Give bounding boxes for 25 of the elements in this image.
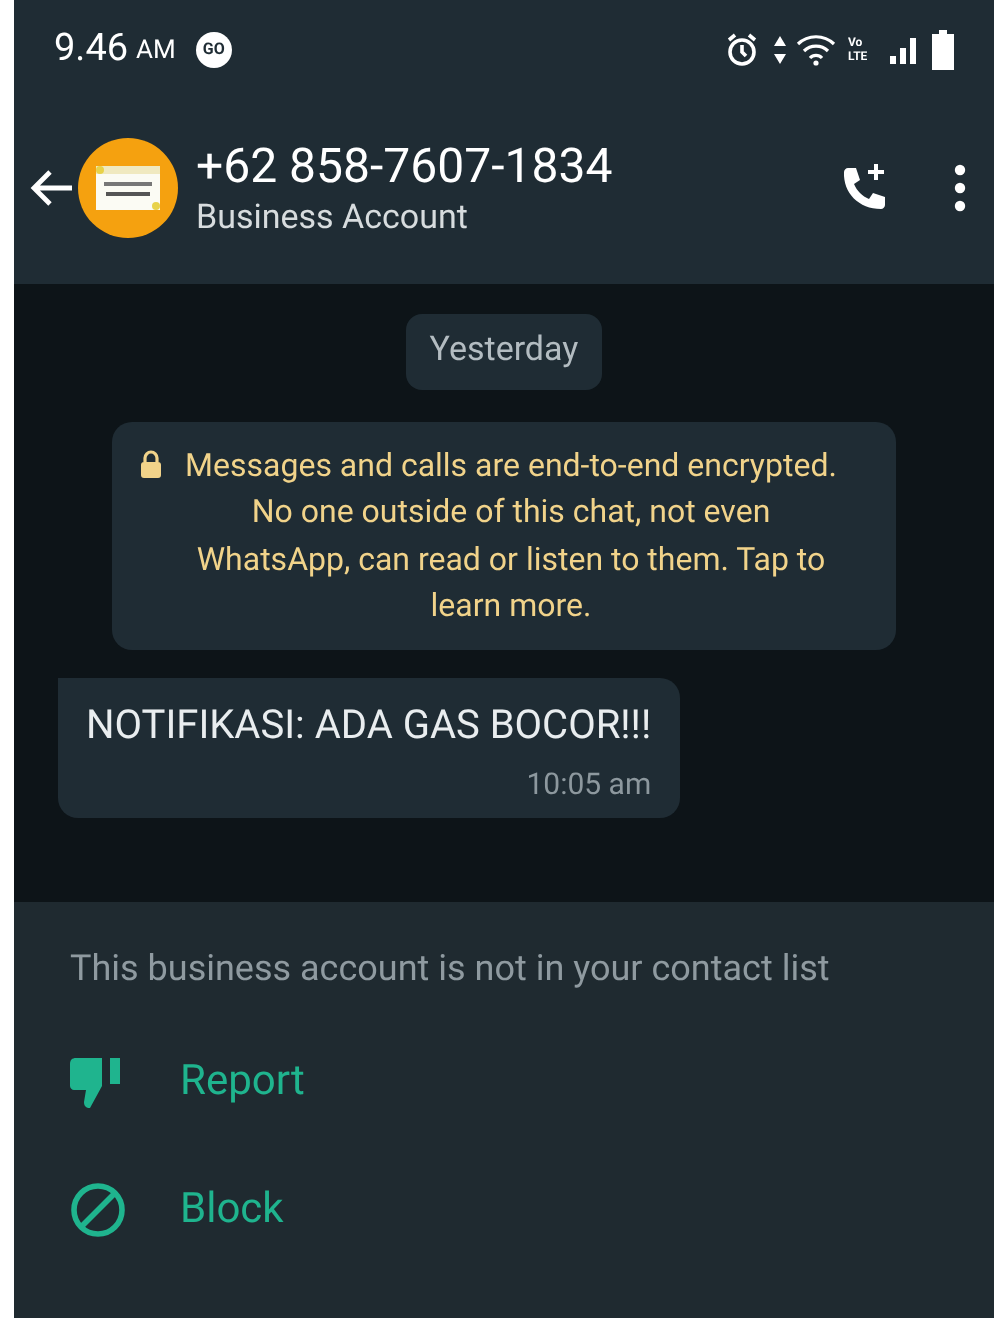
signal-icon [888,35,920,63]
thumbs-down-icon [70,1057,126,1110]
status-time: 9.46 [54,22,129,75]
block-icon [70,1182,126,1239]
app-badge: GO [195,31,232,67]
message-text: NOTIFIKASI: ADA GAS BOCOR!!! [86,697,652,751]
encryption-text: Messages and calls are end-to-end encrypted. No one outside of this chat, not even WhatsApp, can read or listen to them. Tap to learn more. [183,443,839,628]
contact-title[interactable]: +62 858-7607-1834 [196,135,613,195]
not-in-contacts-text: This business account is not in your contact list [70,946,832,994]
alarm-icon [724,31,760,67]
lock-icon [140,449,162,477]
block-link[interactable]: Block [180,1179,284,1242]
message-bubble[interactable]: NOTIFIKASI: ADA GAS BOCOR!!! 10:05 am [58,677,680,818]
wifi-icon [796,33,836,65]
add-call-icon[interactable] [838,161,890,213]
back-icon[interactable] [30,167,74,207]
message-time: 10:05 am [526,763,652,805]
menu-icon[interactable] [954,163,966,211]
data-arrows-icon [772,33,788,65]
date-chip: Yesterday [405,314,603,389]
battery-icon [932,29,954,69]
report-link[interactable]: Report [180,1052,305,1115]
contact-subtitle: Business Account [196,195,470,239]
encryption-notice[interactable]: Messages and calls are end-to-end encrypted. No one outside of this chat, not even WhatsApp, can read or listen to them. Tap to learn more. [112,421,896,649]
status-ampm: AM [136,34,176,71]
